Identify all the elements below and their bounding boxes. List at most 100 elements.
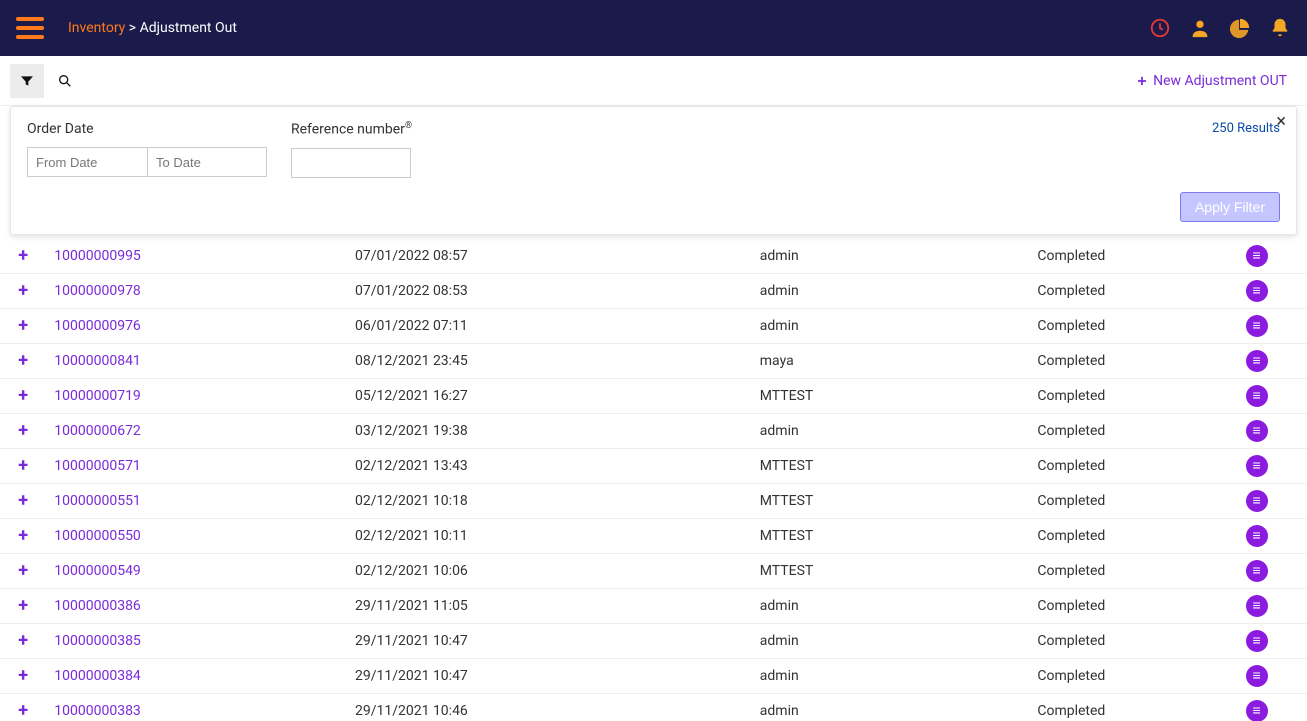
adjustment-out-table: +1000000099507/01/2022 08:57adminComplet…	[0, 239, 1307, 721]
reference-link[interactable]: 10000000978	[54, 283, 141, 299]
expand-row-icon[interactable]: +	[18, 457, 28, 475]
expand-row-icon[interactable]: +	[18, 597, 28, 615]
expand-cell: +	[0, 413, 46, 448]
breadcrumb-current: Adjustment Out	[140, 20, 237, 36]
results-count: 250 Results	[1212, 121, 1280, 136]
reference-link[interactable]: 10000000549	[54, 563, 141, 579]
row-menu-button[interactable]: ≡	[1246, 595, 1268, 617]
list-icon: ≡	[1252, 599, 1260, 613]
expand-row-icon[interactable]: +	[18, 317, 28, 335]
date-cell: 02/12/2021 10:18	[347, 483, 752, 518]
new-adjustment-out-label: New Adjustment OUT	[1153, 73, 1287, 89]
reference-link[interactable]: 10000000976	[54, 318, 141, 334]
filter-fields: Order Date Reference number®	[27, 121, 412, 178]
table-row: +1000000038529/11/2021 10:47adminComplet…	[0, 623, 1307, 658]
expand-row-icon[interactable]: +	[18, 282, 28, 300]
row-menu-button[interactable]: ≡	[1246, 350, 1268, 372]
status-cell: Completed	[1029, 588, 1237, 623]
table-row: +1000000054902/12/2021 10:06MTTESTComple…	[0, 553, 1307, 588]
row-menu-button[interactable]: ≡	[1246, 420, 1268, 442]
row-menu-button[interactable]: ≡	[1246, 280, 1268, 302]
reference-link[interactable]: 10000000550	[54, 528, 141, 544]
row-menu-button[interactable]: ≡	[1246, 700, 1268, 721]
search-button[interactable]	[48, 64, 82, 98]
reference-link[interactable]: 10000000672	[54, 423, 141, 439]
order-date-to-input[interactable]	[147, 147, 267, 177]
expand-row-icon[interactable]: +	[18, 667, 28, 685]
list-icon: ≡	[1252, 634, 1260, 648]
reference-link[interactable]: 10000000551	[54, 493, 141, 509]
order-date-from-input[interactable]	[27, 147, 147, 177]
action-cell: ≡	[1238, 378, 1307, 413]
hamburger-menu-icon[interactable]	[16, 17, 44, 39]
expand-cell: +	[0, 239, 46, 274]
filter-panel: × Order Date Reference number® 250 Resul…	[10, 106, 1297, 235]
reference-cell: 10000000976	[46, 308, 347, 343]
expand-cell: +	[0, 448, 46, 483]
user-cell: MTTEST	[752, 483, 1030, 518]
reference-link[interactable]: 10000000571	[54, 458, 141, 474]
order-date-label: Order Date	[27, 121, 267, 137]
expand-row-icon[interactable]: +	[18, 632, 28, 650]
reference-link[interactable]: 10000000383	[54, 703, 141, 719]
list-icon: ≡	[1252, 389, 1260, 403]
table-row: +1000000097807/01/2022 08:53adminComplet…	[0, 273, 1307, 308]
row-menu-button[interactable]: ≡	[1246, 630, 1268, 652]
new-adjustment-out-link[interactable]: New Adjustment OUT	[1135, 73, 1297, 89]
row-menu-button[interactable]: ≡	[1246, 560, 1268, 582]
bell-icon[interactable]	[1269, 17, 1291, 39]
user-icon[interactable]	[1189, 17, 1211, 39]
expand-cell: +	[0, 588, 46, 623]
expand-row-icon[interactable]: +	[18, 247, 28, 265]
row-menu-button[interactable]: ≡	[1246, 385, 1268, 407]
reference-cell: 10000000549	[46, 553, 347, 588]
reference-link[interactable]: 10000000719	[54, 388, 141, 404]
expand-row-icon[interactable]: +	[18, 387, 28, 405]
expand-cell: +	[0, 343, 46, 378]
table-row: +1000000099507/01/2022 08:57adminComplet…	[0, 239, 1307, 274]
expand-row-icon[interactable]: +	[18, 422, 28, 440]
reference-cell: 10000000551	[46, 483, 347, 518]
user-cell: MTTEST	[752, 553, 1030, 588]
expand-row-icon[interactable]: +	[18, 352, 28, 370]
reference-link[interactable]: 10000000841	[54, 353, 141, 369]
row-menu-button[interactable]: ≡	[1246, 490, 1268, 512]
date-cell: 02/12/2021 13:43	[347, 448, 752, 483]
status-cell: Completed	[1029, 553, 1237, 588]
expand-cell: +	[0, 273, 46, 308]
breadcrumb-parent[interactable]: Inventory	[68, 20, 125, 36]
table-scroll-container[interactable]: +1000000099507/01/2022 08:57adminComplet…	[0, 239, 1307, 721]
row-menu-button[interactable]: ≡	[1246, 455, 1268, 477]
status-cell: Completed	[1029, 448, 1237, 483]
expand-row-icon[interactable]: +	[18, 492, 28, 510]
table-row: +1000000084108/12/2021 23:45mayaComplete…	[0, 343, 1307, 378]
list-icon: ≡	[1252, 249, 1260, 263]
expand-row-icon[interactable]: +	[18, 562, 28, 580]
expand-cell: +	[0, 308, 46, 343]
filter-toggle-button[interactable]	[10, 64, 44, 98]
filter-row: Order Date Reference number® 250 Results	[27, 121, 1280, 178]
row-menu-button[interactable]: ≡	[1246, 245, 1268, 267]
expand-row-icon[interactable]: +	[18, 702, 28, 720]
reference-cell: 10000000978	[46, 273, 347, 308]
row-menu-button[interactable]: ≡	[1246, 315, 1268, 337]
reference-link[interactable]: 10000000386	[54, 598, 141, 614]
reference-link[interactable]: 10000000385	[54, 633, 141, 649]
table-row: +1000000057102/12/2021 13:43MTTESTComple…	[0, 448, 1307, 483]
order-date-range	[27, 147, 267, 177]
row-menu-button[interactable]: ≡	[1246, 665, 1268, 687]
row-menu-button[interactable]: ≡	[1246, 525, 1268, 547]
reference-link[interactable]: 10000000384	[54, 668, 141, 684]
reference-link[interactable]: 10000000995	[54, 248, 141, 264]
status-cell: Completed	[1029, 623, 1237, 658]
action-cell: ≡	[1238, 658, 1307, 693]
date-cell: 29/11/2021 10:46	[347, 693, 752, 721]
clock-icon[interactable]	[1149, 17, 1171, 39]
apply-filter-button[interactable]: Apply Filter	[1180, 192, 1280, 222]
user-cell: admin	[752, 693, 1030, 721]
filter-close-button[interactable]: ×	[1276, 113, 1286, 131]
expand-row-icon[interactable]: +	[18, 527, 28, 545]
reference-number-input[interactable]	[291, 148, 411, 178]
user-cell: admin	[752, 623, 1030, 658]
pie-chart-icon[interactable]	[1229, 17, 1251, 39]
